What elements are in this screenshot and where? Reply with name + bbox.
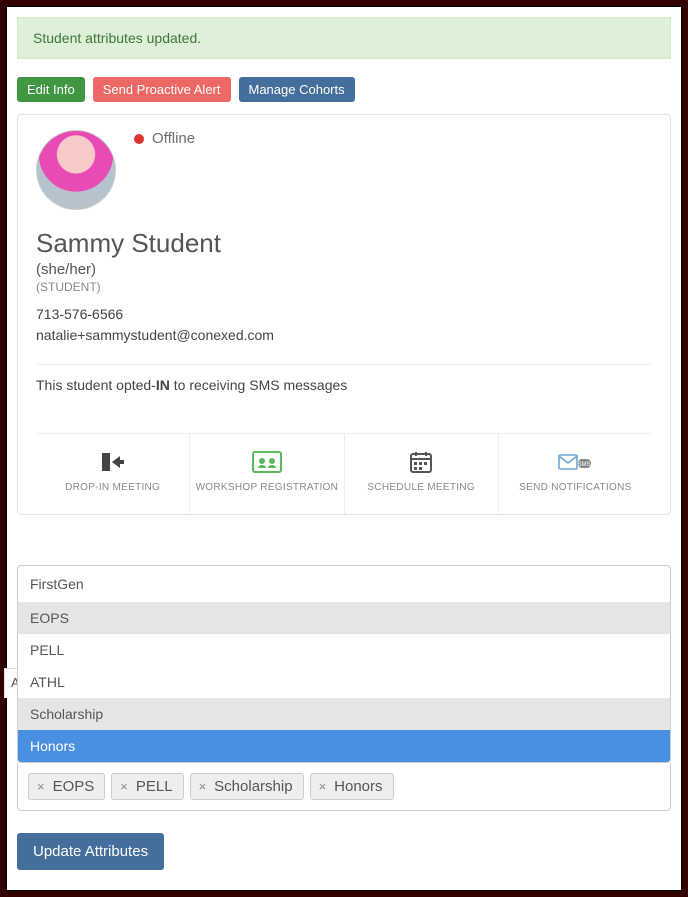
manage-cohorts-button[interactable]: Manage Cohorts: [239, 77, 355, 102]
drop-in-icon: [41, 449, 184, 475]
tag-eops: ×EOPS: [28, 773, 105, 800]
notifications-icon: SMS: [504, 449, 647, 475]
tag-honors: ×Honors: [310, 773, 394, 800]
action-grid: DROP-IN MEETING WORKSHOP REGISTRATION SC…: [36, 433, 652, 514]
remove-tag-icon[interactable]: ×: [195, 779, 211, 794]
status-indicator: Offline: [134, 130, 195, 147]
avatar: [36, 130, 116, 210]
status-text: Offline: [152, 130, 195, 147]
action-label: WORKSHOP REGISTRATION: [195, 481, 338, 494]
student-pronouns: (she/her): [36, 261, 652, 278]
action-label: SCHEDULE MEETING: [350, 481, 493, 494]
drop-in-meeting-action[interactable]: DROP-IN MEETING: [36, 434, 190, 514]
edit-info-button[interactable]: Edit Info: [17, 77, 85, 102]
attribute-search-input[interactable]: FirstGen: [18, 566, 670, 602]
svg-text:SMS: SMS: [578, 462, 591, 468]
send-notifications-action[interactable]: SMS SEND NOTIFICATIONS: [499, 434, 652, 514]
remove-tag-icon[interactable]: ×: [315, 779, 331, 794]
student-card: Offline Sammy Student (she/her) (STUDENT…: [17, 114, 671, 515]
calendar-icon: [350, 449, 493, 475]
student-phone: 713-576-6566: [36, 304, 652, 325]
send-proactive-alert-button[interactable]: Send Proactive Alert: [93, 77, 231, 102]
success-alert: Student attributes updated.: [17, 17, 671, 59]
schedule-meeting-action[interactable]: SCHEDULE MEETING: [345, 434, 499, 514]
dropdown-option-honors[interactable]: Honors: [18, 730, 670, 762]
action-button-row: Edit Info Send Proactive Alert Manage Co…: [17, 77, 671, 102]
dropdown-option-athl[interactable]: ATHL: [18, 666, 670, 698]
workshop-icon: [195, 449, 338, 475]
tag-scholarship: ×Scholarship: [190, 773, 304, 800]
remove-tag-icon[interactable]: ×: [33, 779, 49, 794]
remove-tag-icon[interactable]: ×: [116, 779, 132, 794]
status-dot-icon: [134, 134, 144, 144]
student-role: (STUDENT): [36, 280, 652, 294]
dropdown-option-pell[interactable]: PELL: [18, 634, 670, 666]
dropdown-option-eops[interactable]: EOPS: [18, 602, 670, 634]
attribute-dropdown[interactable]: FirstGen EOPS PELL ATHL Scholarship Hono…: [17, 565, 671, 763]
student-name: Sammy Student: [36, 228, 652, 259]
selected-attributes: ×EOPS ×PELL ×Scholarship ×Honors: [17, 763, 671, 811]
action-label: SEND NOTIFICATIONS: [504, 481, 647, 494]
tag-pell: ×PELL: [111, 773, 183, 800]
update-attributes-button[interactable]: Update Attributes: [17, 833, 164, 870]
action-label: DROP-IN MEETING: [41, 481, 184, 494]
dropdown-option-scholarship[interactable]: Scholarship: [18, 698, 670, 730]
divider: [36, 364, 652, 365]
student-email: natalie+sammystudent@conexed.com: [36, 325, 652, 346]
sms-optin-text: This student opted-IN to receiving SMS m…: [36, 377, 652, 393]
workshop-registration-action[interactable]: WORKSHOP REGISTRATION: [190, 434, 344, 514]
